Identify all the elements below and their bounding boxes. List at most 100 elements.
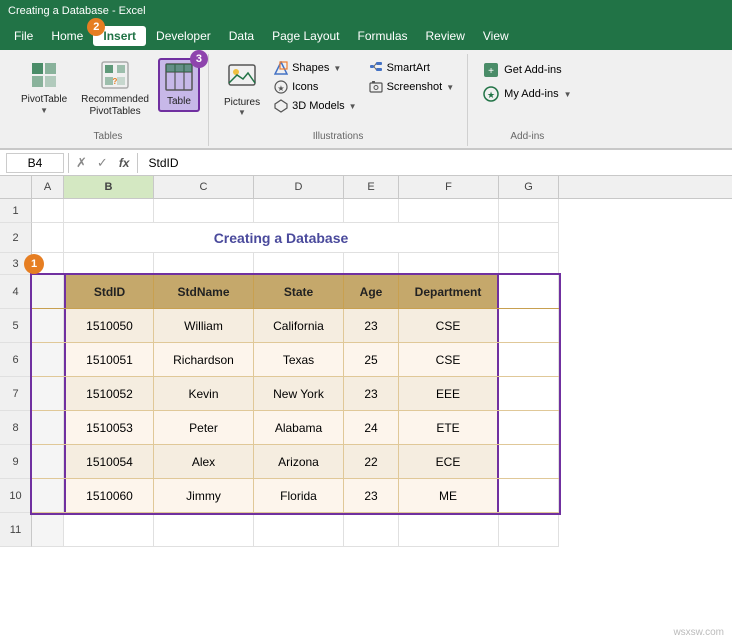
table-button[interactable]: 3 Table <box>158 58 200 112</box>
cell-b3[interactable] <box>64 253 154 274</box>
cell-g6[interactable] <box>499 343 559 376</box>
menu-view[interactable]: View <box>475 26 517 46</box>
cell-a8[interactable] <box>32 411 64 444</box>
cell-g2[interactable] <box>499 223 559 252</box>
cell-b2-merged[interactable]: Creating a Database <box>64 223 499 252</box>
cell-d6[interactable]: Texas <box>254 343 344 376</box>
cell-f4[interactable]: Department <box>399 275 499 308</box>
cell-b1[interactable] <box>64 199 154 222</box>
row-header-11[interactable]: 11 <box>0 513 32 547</box>
screenshot-button[interactable]: Screenshot ▼ <box>366 79 458 95</box>
cell-c7[interactable]: Kevin <box>154 377 254 410</box>
cell-c4[interactable]: StdName <box>154 275 254 308</box>
cell-b7[interactable]: 1510052 <box>64 377 154 410</box>
cell-f9[interactable]: ECE <box>399 445 499 478</box>
cell-d5[interactable]: California <box>254 309 344 342</box>
cell-g5[interactable] <box>499 309 559 342</box>
row-header-2[interactable]: 2 <box>0 223 32 253</box>
cell-e8[interactable]: 24 <box>344 411 399 444</box>
cell-g9[interactable] <box>499 445 559 478</box>
function-icon[interactable]: fx <box>115 156 134 170</box>
cell-d11[interactable] <box>254 513 344 546</box>
confirm-icon[interactable]: ✓ <box>94 155 111 171</box>
row-header-10[interactable]: 10 <box>0 479 32 513</box>
cell-g3[interactable] <box>499 253 559 274</box>
row-header-6[interactable]: 6 <box>0 343 32 377</box>
col-header-e[interactable]: E <box>344 176 399 198</box>
row-header-9[interactable]: 9 <box>0 445 32 479</box>
smartart-button[interactable]: SmartArt <box>366 60 458 76</box>
row-header-4[interactable]: 4 <box>0 275 32 309</box>
cell-f10[interactable]: ME <box>399 479 499 512</box>
cell-e6[interactable]: 25 <box>344 343 399 376</box>
get-addins-button[interactable]: + Get Add-ins <box>478 60 576 80</box>
cell-e5[interactable]: 23 <box>344 309 399 342</box>
cell-d9[interactable]: Arizona <box>254 445 344 478</box>
menu-developer[interactable]: Developer <box>148 26 219 46</box>
cell-d8[interactable]: Alabama <box>254 411 344 444</box>
cell-g11[interactable] <box>499 513 559 546</box>
cancel-icon[interactable]: ✗ <box>73 155 90 171</box>
cell-a3[interactable]: 1 <box>32 253 64 274</box>
cell-e11[interactable] <box>344 513 399 546</box>
menu-formulas[interactable]: Formulas <box>350 26 416 46</box>
cell-e9[interactable]: 22 <box>344 445 399 478</box>
cell-a1[interactable] <box>32 199 64 222</box>
cell-c1[interactable] <box>154 199 254 222</box>
pivot-table-button[interactable]: PivotTable ▼ <box>16 58 72 118</box>
cell-f6[interactable]: CSE <box>399 343 499 376</box>
cell-g8[interactable] <box>499 411 559 444</box>
cell-c10[interactable]: Jimmy <box>154 479 254 512</box>
menu-review[interactable]: Review <box>418 26 473 46</box>
cell-g7[interactable] <box>499 377 559 410</box>
cell-c6[interactable]: Richardson <box>154 343 254 376</box>
row-header-5[interactable]: 5 <box>0 309 32 343</box>
cell-e7[interactable]: 23 <box>344 377 399 410</box>
cell-c11[interactable] <box>154 513 254 546</box>
cell-f5[interactable]: CSE <box>399 309 499 342</box>
cell-c8[interactable]: Peter <box>154 411 254 444</box>
cell-a7[interactable] <box>32 377 64 410</box>
row-header-8[interactable]: 8 <box>0 411 32 445</box>
menu-home[interactable]: Home <box>43 26 91 46</box>
cell-f8[interactable]: ETE <box>399 411 499 444</box>
cell-a6[interactable] <box>32 343 64 376</box>
cell-b11[interactable] <box>64 513 154 546</box>
cell-b5[interactable]: 1510050 <box>64 309 154 342</box>
cell-f7[interactable]: EEE <box>399 377 499 410</box>
cell-b10[interactable]: 1510060 <box>64 479 154 512</box>
cell-e4[interactable]: Age <box>344 275 399 308</box>
col-header-g[interactable]: G <box>499 176 559 198</box>
cell-d7[interactable]: New York <box>254 377 344 410</box>
menu-page-layout[interactable]: Page Layout <box>264 26 347 46</box>
cell-a2[interactable] <box>32 223 64 252</box>
cell-g10[interactable] <box>499 479 559 512</box>
icons-button[interactable]: ★ Icons <box>271 79 360 95</box>
pictures-button[interactable]: Pictures ▼ <box>219 58 265 120</box>
cell-d3[interactable] <box>254 253 344 274</box>
cell-g4[interactable] <box>499 275 559 308</box>
cell-c9[interactable]: Alex <box>154 445 254 478</box>
cell-b6[interactable]: 1510051 <box>64 343 154 376</box>
cell-f11[interactable] <box>399 513 499 546</box>
col-header-a[interactable]: A <box>32 176 64 198</box>
row-header-1[interactable]: 1 <box>0 199 32 223</box>
cell-b9[interactable]: 1510054 <box>64 445 154 478</box>
cell-e3[interactable] <box>344 253 399 274</box>
cell-d1[interactable] <box>254 199 344 222</box>
cell-a5[interactable] <box>32 309 64 342</box>
cell-e1[interactable] <box>344 199 399 222</box>
col-header-f[interactable]: F <box>399 176 499 198</box>
cell-b8[interactable]: 1510053 <box>64 411 154 444</box>
col-header-c[interactable]: C <box>154 176 254 198</box>
cell-f1[interactable] <box>399 199 499 222</box>
my-addins-button[interactable]: ★ My Add-ins ▼ <box>478 84 576 104</box>
col-header-d[interactable]: D <box>254 176 344 198</box>
cell-c3[interactable] <box>154 253 254 274</box>
recommended-pivottables-button[interactable]: ? RecommendedPivotTables <box>76 58 154 121</box>
cell-a11[interactable] <box>32 513 64 546</box>
cell-e10[interactable]: 23 <box>344 479 399 512</box>
row-header-7[interactable]: 7 <box>0 377 32 411</box>
menu-insert[interactable]: Insert 2 <box>93 26 146 46</box>
cell-reference-box[interactable]: B4 <box>6 153 64 173</box>
